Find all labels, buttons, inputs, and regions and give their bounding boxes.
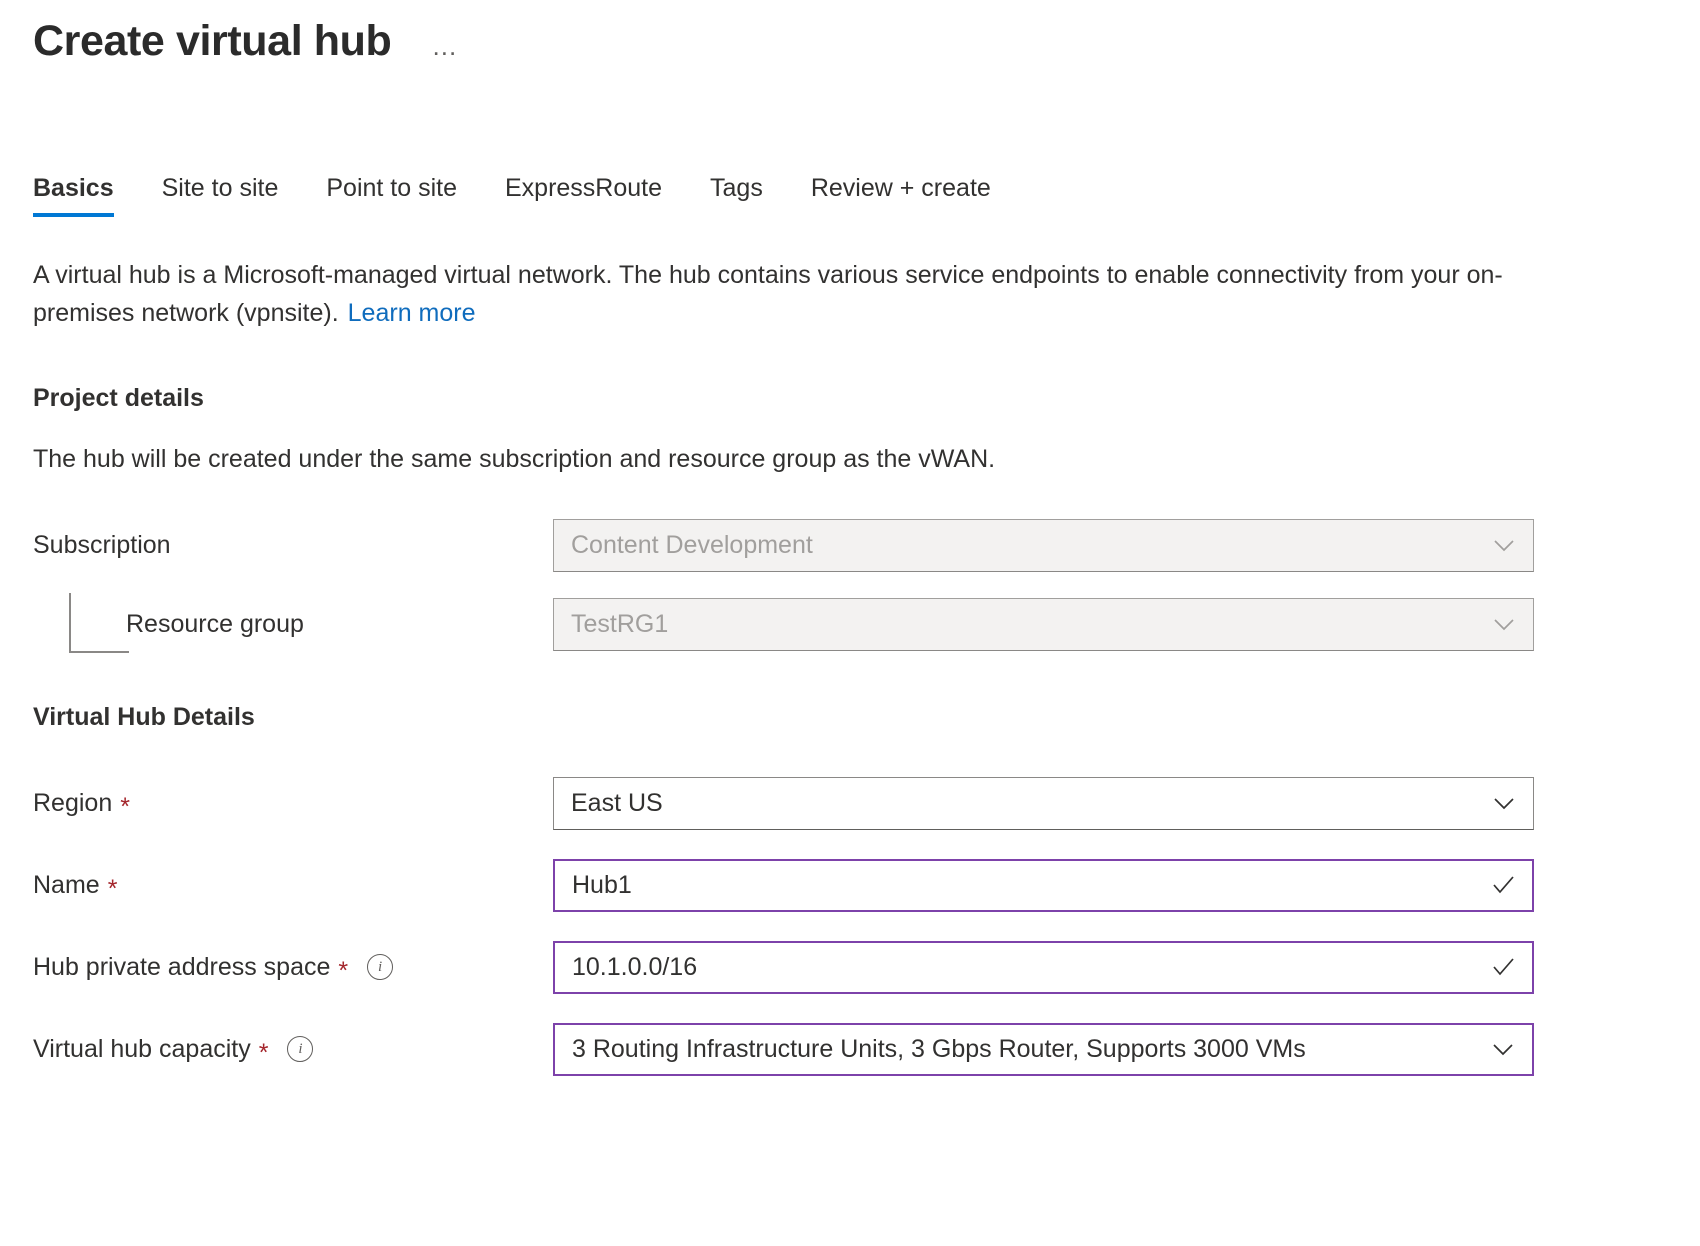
tab-point-to-site[interactable]: Point to site bbox=[326, 173, 481, 217]
tab-review-create[interactable]: Review + create bbox=[811, 173, 1015, 217]
required-asterisk: * bbox=[338, 959, 348, 984]
virtual-hub-capacity-label-text: Virtual hub capacity bbox=[33, 1034, 251, 1064]
virtual-hub-capacity-row: Virtual hub capacity * i 3 Routing Infra… bbox=[33, 1022, 1670, 1076]
name-label: Name * bbox=[33, 870, 553, 900]
hub-private-address-space-label-text: Hub private address space bbox=[33, 952, 330, 982]
subscription-label: Subscription bbox=[33, 530, 553, 560]
hub-private-address-space-value: 10.1.0.0/16 bbox=[572, 953, 1480, 982]
project-details-form: Subscription Content Development Resourc… bbox=[33, 518, 1670, 651]
name-value: Hub1 bbox=[572, 871, 1480, 900]
required-asterisk: * bbox=[120, 795, 130, 820]
region-value: East US bbox=[571, 789, 1481, 818]
intro-text: A virtual hub is a Microsoft-managed vir… bbox=[33, 261, 1503, 327]
required-asterisk: * bbox=[259, 1041, 269, 1066]
hub-private-address-space-row: Hub private address space * i 10.1.0.0/1… bbox=[33, 940, 1670, 994]
virtual-hub-capacity-dropdown[interactable]: 3 Routing Infrastructure Units, 3 Gbps R… bbox=[553, 1023, 1534, 1076]
virtual-hub-details-heading: Virtual Hub Details bbox=[33, 703, 1670, 732]
info-icon[interactable]: i bbox=[367, 954, 393, 980]
tab-tags[interactable]: Tags bbox=[710, 173, 787, 217]
more-options-icon[interactable]: … bbox=[431, 31, 459, 62]
resource-group-dropdown[interactable]: TestRG1 bbox=[553, 598, 1534, 651]
tree-connector bbox=[69, 593, 129, 653]
page-title: Create virtual hub bbox=[33, 18, 391, 65]
region-label: Region * bbox=[33, 788, 553, 818]
subscription-value: Content Development bbox=[571, 531, 1481, 560]
required-asterisk: * bbox=[108, 877, 118, 902]
page-header: Create virtual hub … bbox=[0, 0, 1700, 65]
learn-more-link[interactable]: Learn more bbox=[348, 299, 476, 327]
tab-bar: Basics Site to site Point to site Expres… bbox=[0, 173, 1700, 217]
virtual-hub-capacity-label: Virtual hub capacity * i bbox=[33, 1034, 553, 1064]
hub-private-address-space-label: Hub private address space * i bbox=[33, 952, 553, 982]
resource-group-value: TestRG1 bbox=[571, 610, 1481, 639]
region-row: Region * East US bbox=[33, 776, 1670, 830]
project-details-heading: Project details bbox=[33, 384, 1670, 413]
subscription-dropdown[interactable]: Content Development bbox=[553, 519, 1534, 572]
name-input[interactable]: Hub1 bbox=[553, 859, 1534, 912]
chevron-down-icon bbox=[1490, 1036, 1516, 1062]
resource-group-row: Resource group TestRG1 bbox=[33, 597, 1670, 651]
hub-private-address-space-input[interactable]: 10.1.0.0/16 bbox=[553, 941, 1534, 994]
project-details-description: The hub will be created under the same s… bbox=[33, 445, 1670, 474]
region-dropdown[interactable]: East US bbox=[553, 777, 1534, 830]
chevron-down-icon bbox=[1491, 611, 1517, 637]
subscription-row: Subscription Content Development bbox=[33, 518, 1670, 572]
chevron-down-icon bbox=[1491, 532, 1517, 558]
tab-basics[interactable]: Basics bbox=[33, 173, 138, 217]
region-label-text: Region bbox=[33, 788, 112, 818]
chevron-down-icon bbox=[1491, 790, 1517, 816]
form-content: A virtual hub is a Microsoft-managed vir… bbox=[0, 257, 1700, 1076]
checkmark-icon bbox=[1490, 954, 1516, 980]
intro-description: A virtual hub is a Microsoft-managed vir… bbox=[33, 257, 1533, 332]
tab-site-to-site[interactable]: Site to site bbox=[162, 173, 303, 217]
info-icon[interactable]: i bbox=[287, 1036, 313, 1062]
virtual-hub-capacity-value: 3 Routing Infrastructure Units, 3 Gbps R… bbox=[572, 1035, 1480, 1064]
virtual-hub-details-form: Region * East US Name * Hub1 bbox=[33, 776, 1670, 1076]
checkmark-icon bbox=[1490, 872, 1516, 898]
tab-expressroute[interactable]: ExpressRoute bbox=[505, 173, 686, 217]
name-row: Name * Hub1 bbox=[33, 858, 1670, 912]
name-label-text: Name bbox=[33, 870, 100, 900]
